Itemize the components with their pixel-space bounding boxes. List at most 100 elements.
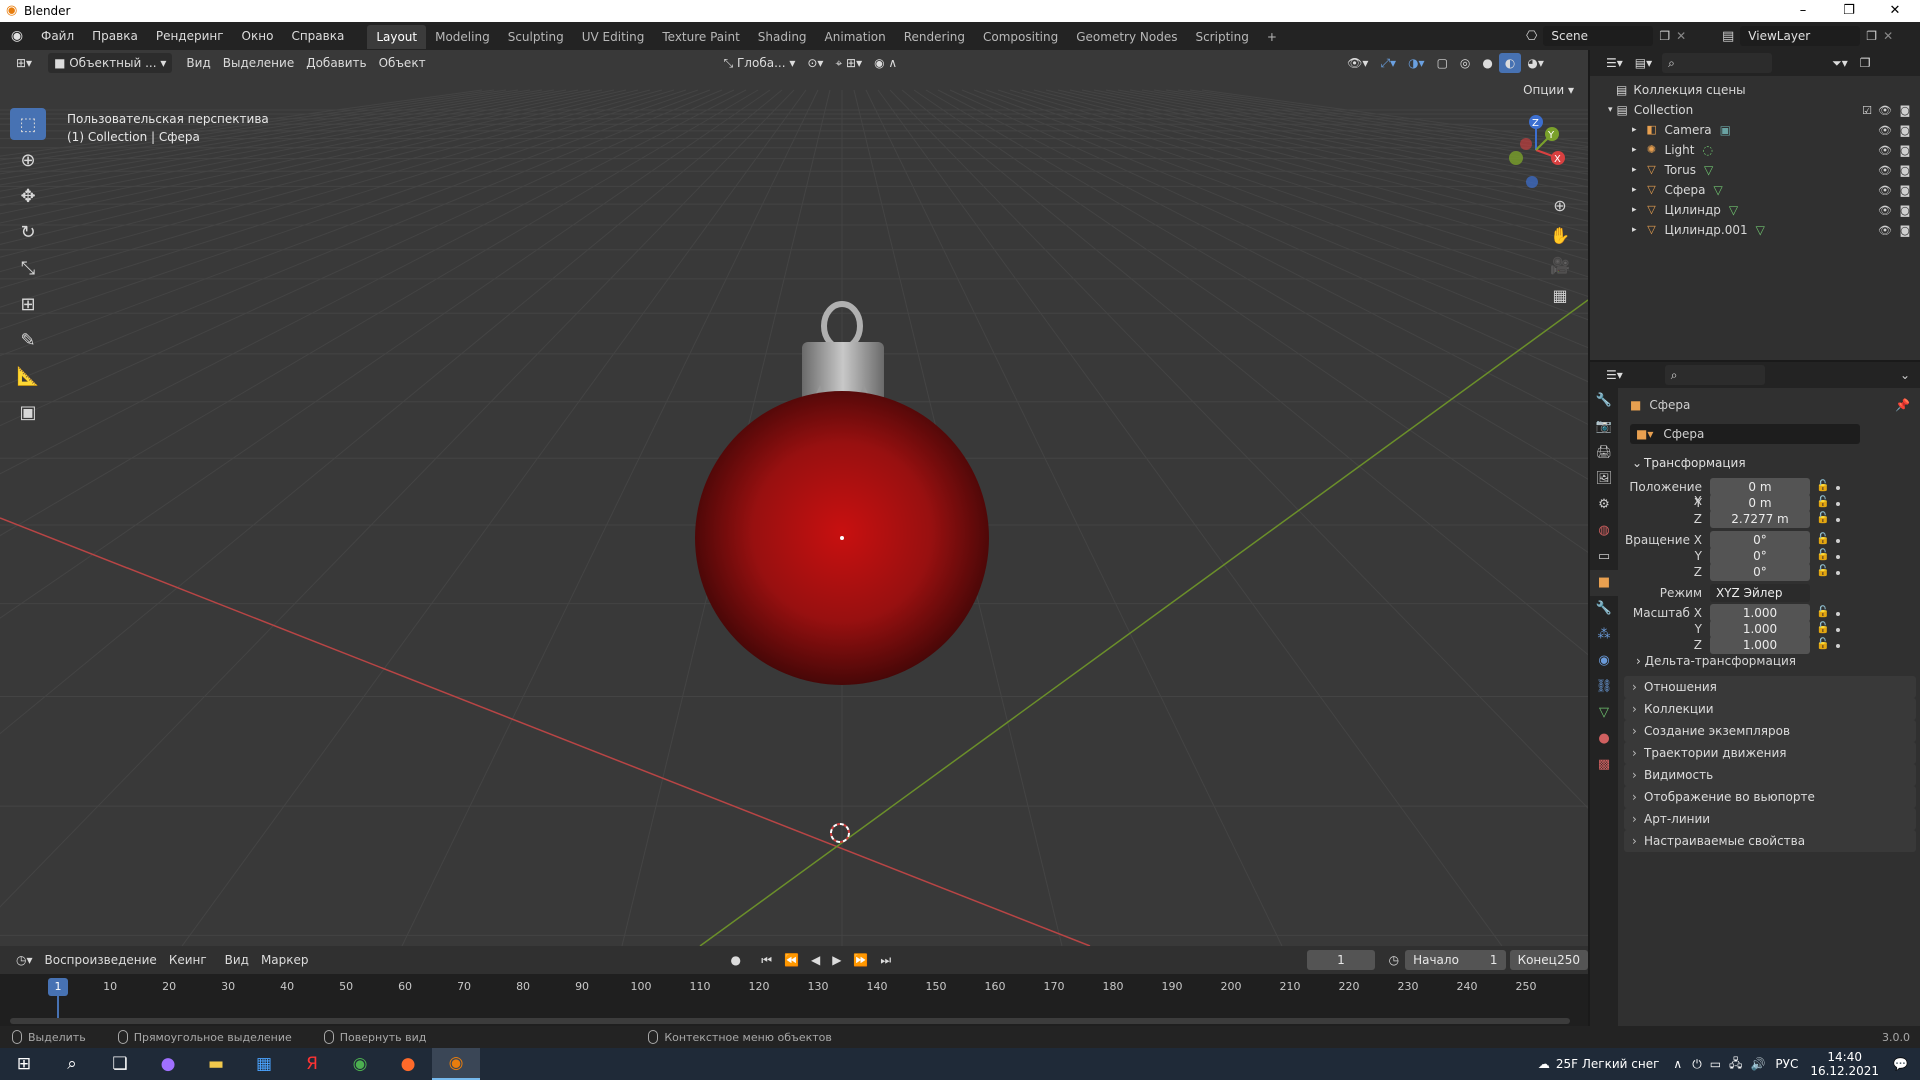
jump-start-icon[interactable]: ⏮ <box>755 950 778 970</box>
outliner-item[interactable]: ▸ ▽ Сфера ▽ 👁 ◙ <box>1590 180 1920 200</box>
wireframe-shading-icon[interactable]: ◎ <box>1454 53 1476 73</box>
taskbar-search-icon[interactable]: ⌕ <box>48 1048 96 1080</box>
rotation-mode-select[interactable]: XYZ Эйлер <box>1710 584 1810 602</box>
language-indicator[interactable]: РУС <box>1775 1057 1798 1071</box>
blender-taskbar-icon[interactable]: ◉ <box>432 1048 480 1080</box>
keyframe-dot-icon[interactable] <box>1836 628 1840 632</box>
tray-drive-icon[interactable]: ▭ <box>1710 1057 1721 1071</box>
properties-search-input[interactable]: ⌕ <box>1664 365 1765 385</box>
eye-icon[interactable]: 👁 <box>1878 104 1892 117</box>
mode-selector[interactable]: ■ Объектный ... ▾ <box>48 53 173 73</box>
rendered-shading-icon[interactable]: ◕▾ <box>1521 53 1550 73</box>
preview-range-icon[interactable]: ◷ <box>1383 950 1405 970</box>
keyframe-dot-icon[interactable] <box>1836 555 1840 559</box>
play-reverse-icon[interactable]: ◀ <box>805 950 826 970</box>
tab-shading[interactable]: Shading <box>749 25 816 49</box>
transform-tool-icon[interactable]: ⊞ <box>10 288 46 320</box>
filter-icon[interactable]: ⏷▾ <box>1826 53 1854 73</box>
play-icon[interactable]: ▶ <box>826 950 847 970</box>
solid-shading-icon[interactable]: ● <box>1476 53 1498 73</box>
snap-icon[interactable]: ⌖ ⊞▾ <box>829 53 868 73</box>
collapsed-panel[interactable]: Настраиваемые свойства <box>1624 830 1916 852</box>
windows-start-icon[interactable]: ⊞ <box>0 1048 48 1080</box>
app-orange-icon[interactable]: ● <box>384 1048 432 1080</box>
select-box-tool-icon[interactable]: ⬚ <box>10 108 46 140</box>
xray-toggle-icon[interactable]: ▢ <box>1431 53 1454 73</box>
camera-view-icon[interactable]: 🎥 <box>1546 252 1574 280</box>
delta-transform-panel[interactable]: › Дельта-трансформация <box>1636 654 1796 668</box>
render-camera-icon[interactable]: ◙ <box>1898 184 1912 197</box>
scene-tab-icon[interactable]: ⚙ <box>1590 492 1618 518</box>
3d-viewport[interactable]: ⊞▾ ■ Объектный ... ▾ Вид Выделение Добав… <box>0 50 1588 946</box>
object-name-field[interactable]: ■▾ Сфера <box>1630 424 1860 444</box>
outliner-search-input[interactable]: ⌕ <box>1662 53 1773 73</box>
collapse-chevron-icon[interactable]: ▾ <box>1608 105 1613 115</box>
cursor-tool-icon[interactable]: ⊕ <box>10 144 46 176</box>
lock-icon[interactable]: 🔓 <box>1816 548 1830 561</box>
outliner-item[interactable]: ▸ ◧ Camera ▣ 👁 ◙ <box>1590 120 1920 140</box>
menu-edit[interactable]: Правка <box>83 22 147 50</box>
view-layer-icon[interactable]: ▤ <box>1722 29 1734 44</box>
menu-view[interactable]: Вид <box>180 53 216 73</box>
collection-tab-icon[interactable]: ▭ <box>1590 544 1618 570</box>
outliner-item[interactable]: ▸ ▽ Цилиндр ▽ 👁 ◙ <box>1590 200 1920 220</box>
object-tab-icon[interactable]: ■ <box>1590 570 1618 596</box>
jump-end-icon[interactable]: ⏭ <box>874 950 897 970</box>
expand-chevron-icon[interactable]: ▸ <box>1632 165 1637 175</box>
store-icon[interactable]: ▦ <box>240 1048 288 1080</box>
texture-tab-icon[interactable]: ▩ <box>1590 752 1618 778</box>
marker-menu[interactable]: Маркер <box>255 950 315 970</box>
render-camera-icon[interactable]: ◙ <box>1898 104 1912 117</box>
output-tab-icon[interactable]: 🖨 <box>1590 440 1618 466</box>
overlay-toggle-icon[interactable]: ◑▾ <box>1402 53 1431 73</box>
tab-modeling[interactable]: Modeling <box>426 25 499 49</box>
lock-icon[interactable]: 🔓 <box>1816 564 1830 577</box>
tab-sculpting[interactable]: Sculpting <box>499 25 573 49</box>
lock-icon[interactable]: 🔓 <box>1816 532 1830 545</box>
gizmo-toggle-icon[interactable]: ⤢▾ <box>1374 53 1402 73</box>
timeline-view-menu[interactable]: Вид <box>219 950 255 970</box>
transform-orientation-selector[interactable]: ⤡ Глоба... ▾ <box>718 53 802 73</box>
modifier-tab-icon[interactable]: 🔧 <box>1590 596 1618 622</box>
alice-assistant-icon[interactable]: ● <box>144 1048 192 1080</box>
file-explorer-icon[interactable]: ▬ <box>192 1048 240 1080</box>
add-cube-tool-icon[interactable]: ▣ <box>10 396 46 428</box>
menu-file[interactable]: Файл <box>32 22 83 50</box>
minimize-button[interactable]: – <box>1780 0 1826 22</box>
keyframe-dot-icon[interactable] <box>1836 612 1840 616</box>
render-camera-icon[interactable]: ◙ <box>1898 124 1912 137</box>
tab-geometry-nodes[interactable]: Geometry Nodes <box>1067 25 1186 49</box>
remove-view-layer-icon[interactable]: ✕ <box>1883 29 1893 43</box>
new-scene-icon[interactable]: ❐ <box>1659 29 1670 43</box>
expand-chevron-icon[interactable]: ▸ <box>1632 205 1637 215</box>
transform-value-field[interactable]: 2.7277 m <box>1710 510 1810 528</box>
eye-icon[interactable]: 👁 <box>1878 124 1892 137</box>
keyframe-dot-icon[interactable] <box>1836 539 1840 543</box>
menu-help[interactable]: Справка <box>282 22 353 50</box>
keyframe-dot-icon[interactable] <box>1836 502 1840 506</box>
lock-icon[interactable]: 🔓 <box>1816 479 1830 492</box>
lock-icon[interactable]: 🔓 <box>1816 637 1830 650</box>
eye-icon[interactable]: 👁 <box>1878 144 1892 157</box>
collapsed-panel[interactable]: Коллекции <box>1624 698 1916 720</box>
new-collection-icon[interactable]: ❐ <box>1854 53 1877 73</box>
transform-value-field[interactable]: 0° <box>1710 563 1810 581</box>
scale-tool-icon[interactable]: ⤡ <box>10 252 46 284</box>
volume-icon[interactable]: 🔊 <box>1750 1057 1765 1071</box>
ortho-toggle-icon[interactable]: ▦ <box>1546 282 1574 310</box>
annotate-tool-icon[interactable]: ✎ <box>10 324 46 356</box>
transform-panel-header[interactable]: ⌄ Трансформация <box>1624 452 1916 474</box>
outliner-item[interactable]: ▸ ▽ Torus ▽ 👁 ◙ <box>1590 160 1920 180</box>
lock-icon[interactable]: 🔓 <box>1816 621 1830 634</box>
weather-label[interactable]: 25F Легкий снег <box>1556 1057 1660 1071</box>
zoom-icon[interactable]: ⊕ <box>1546 192 1574 220</box>
pin-icon[interactable]: 📌 <box>1895 398 1910 412</box>
object-data-icon[interactable]: ▽ <box>1729 203 1738 217</box>
outliner-item[interactable]: ▸ ▽ Цилиндр.001 ▽ 👁 ◙ <box>1590 220 1920 240</box>
particles-tab-icon[interactable]: ⁂ <box>1590 622 1618 648</box>
collapsed-panel[interactable]: Видимость <box>1624 764 1916 786</box>
measure-tool-icon[interactable]: 📐 <box>10 360 46 392</box>
expand-chevron-icon[interactable]: ▸ <box>1632 145 1637 155</box>
collection-checkbox[interactable]: ☑ <box>1862 104 1872 117</box>
collapsed-panel[interactable]: Отображение во вьюпорте <box>1624 786 1916 808</box>
